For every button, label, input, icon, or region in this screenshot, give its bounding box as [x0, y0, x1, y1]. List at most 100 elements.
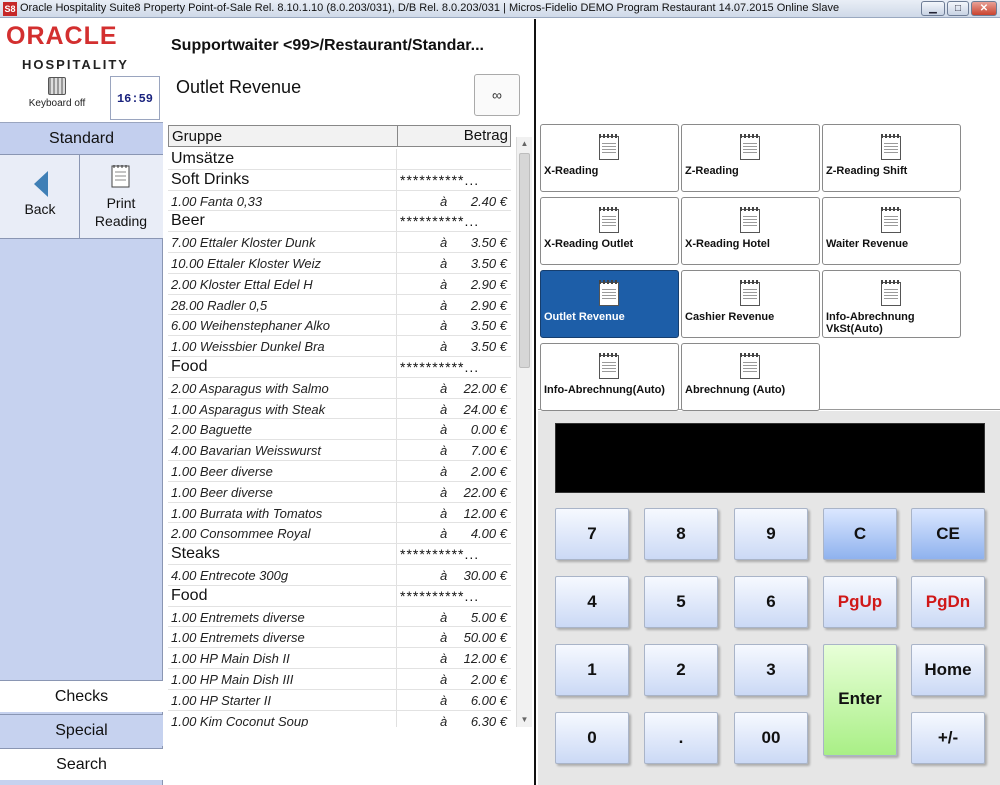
group-row[interactable]: Umsätze [168, 149, 511, 170]
item-at: à [440, 297, 448, 313]
special-button[interactable]: Special [0, 714, 163, 746]
outlet-revenue-button[interactable]: Outlet Revenue [540, 270, 679, 338]
table-row[interactable]: 6.00 Weihenstephaner Alko à 3.50 € [168, 315, 511, 337]
key-7[interactable]: 7 [555, 508, 629, 560]
table-row[interactable]: 10.00 Ettaler Kloster Weiz à 3.50 € [168, 253, 511, 274]
maximize-button[interactable]: □ [947, 1, 969, 16]
group-name: Soft Drinks [171, 170, 250, 188]
notebook-icon [740, 353, 760, 379]
back-button[interactable]: Back [0, 155, 80, 239]
table-row[interactable]: 7.00 Ettaler Kloster Dunk à 3.50 € [168, 232, 511, 253]
window-titlebar: S8 Oracle Hospitality Suite8 Property Po… [0, 0, 1000, 18]
item-name: 7.00 Ettaler Kloster Dunk [171, 235, 316, 251]
table-row[interactable]: 1.00 HP Main Dish III à 2.00 € [168, 669, 511, 690]
item-name: 1.00 Kim Coconut Soup [171, 713, 309, 727]
group-row[interactable]: Food **********... [168, 586, 511, 607]
key-dot[interactable]: . [644, 712, 718, 764]
notebook-icon [740, 207, 760, 233]
group-row[interactable]: Food **********... [168, 357, 511, 378]
scroll-thumb[interactable] [519, 153, 530, 368]
item-name: 10.00 Ettaler Kloster Weiz [171, 255, 322, 271]
cashier-revenue-button[interactable]: Cashier Revenue [681, 270, 820, 338]
table-row[interactable]: 4.00 Bavarian Weisswurst à 7.00 € [168, 440, 511, 461]
item-at: à [440, 463, 448, 479]
keyboard-toggle[interactable]: Keyboard off [22, 77, 92, 119]
notebook-icon [599, 353, 619, 379]
function-label: X-Reading [544, 165, 599, 177]
group-name: Beer [171, 212, 205, 230]
item-price: 2.90 € [470, 276, 507, 292]
key-00[interactable]: 00 [734, 712, 808, 764]
report-rows[interactable]: Umsätze Soft Drinks **********... 1.00 Fant… [168, 149, 511, 727]
item-name: 1.00 HP Starter II [171, 692, 271, 708]
table-row[interactable]: 1.00 Beer diverse à 2.00 € [168, 461, 511, 482]
info-abrechnung-vkst-button[interactable]: Info-Abrechnung VkSt(Auto) [822, 270, 961, 338]
print-reading-button[interactable]: Print Reading [81, 155, 161, 239]
item-price: 6.00 € [470, 692, 507, 708]
table-row[interactable]: 1.00 Asparagus with Steak à 24.00 € [168, 399, 511, 420]
item-price: 30.00 € [463, 567, 507, 583]
key-page-down[interactable]: PgDn [911, 576, 985, 628]
table-row[interactable]: 2.00 Asparagus with Salmo à 22.00 € [168, 378, 511, 399]
table-row[interactable]: 1.00 Entremets diverse à 5.00 € [168, 607, 511, 628]
group-row[interactable]: Beer **********... [168, 211, 511, 233]
table-row[interactable]: 2.00 Consommee Royal à 4.00 € [168, 523, 511, 545]
scroll-down-icon[interactable]: ▼ [517, 713, 532, 727]
key-clear[interactable]: C [823, 508, 897, 560]
table-row[interactable]: 2.00 Kloster Ettal Edel H à 2.90 € [168, 274, 511, 295]
key-9[interactable]: 9 [734, 508, 808, 560]
oracle-logo: ORACLE [6, 22, 118, 50]
table-row[interactable]: 4.00 Entrecote 300g à 30.00 € [168, 565, 511, 586]
item-at: à [440, 380, 448, 396]
table-row[interactable]: 1.00 Weissbier Dunkel Bra à 3.50 € [168, 336, 511, 357]
table-row[interactable]: 1.00 Fanta 0,33 à 2.40 € [168, 191, 511, 212]
key-page-up[interactable]: PgUp [823, 576, 897, 628]
notebook-icon [740, 134, 760, 160]
x-reading-button[interactable]: X-Reading [540, 124, 679, 192]
table-row[interactable]: 1.00 Kim Coconut Soup à 6.30 € [168, 711, 511, 727]
keyboard-label: Keyboard off [28, 98, 86, 109]
table-row[interactable]: 1.00 HP Starter II à 6.00 € [168, 690, 511, 711]
key-clear-entry[interactable]: CE [911, 508, 985, 560]
key-home[interactable]: Home [911, 644, 985, 696]
table-row[interactable]: 28.00 Radler 0,5 à 2.90 € [168, 295, 511, 316]
key-4[interactable]: 4 [555, 576, 629, 628]
group-name: Umsätze [171, 150, 235, 167]
key-8[interactable]: 8 [644, 508, 718, 560]
key-plus-minus[interactable]: +/- [911, 712, 985, 764]
notebook-icon [881, 280, 901, 306]
item-at: à [440, 235, 448, 251]
key-2[interactable]: 2 [644, 644, 718, 696]
minimize-button[interactable]: ▁ [921, 1, 945, 16]
x-reading-outlet-button[interactable]: X-Reading Outlet [540, 197, 679, 265]
group-row[interactable]: Soft Drinks **********... [168, 170, 511, 191]
waiter-revenue-button[interactable]: Waiter Revenue [822, 197, 961, 265]
info-abrechnung-auto-button[interactable]: Info-Abrechnung(Auto) [540, 343, 679, 411]
z-reading-button[interactable]: Z-Reading [681, 124, 820, 192]
function-label: Abrechnung (Auto) [685, 384, 786, 396]
vertical-scrollbar[interactable]: ▲ ▼ [516, 137, 532, 727]
search-button[interactable]: Search [0, 748, 163, 780]
key-enter[interactable]: Enter [823, 644, 897, 756]
key-3[interactable]: 3 [734, 644, 808, 696]
item-price: 22.00 € [463, 484, 507, 500]
checks-button[interactable]: Checks [0, 680, 163, 712]
table-row[interactable]: 1.00 Entremets diverse à 50.00 € [168, 627, 511, 649]
group-row[interactable]: Steaks **********... [168, 544, 511, 565]
table-row[interactable]: 2.00 Baguette à 0.00 € [168, 419, 511, 441]
table-row[interactable]: 1.00 Burrata with Tomatos à 12.00 € [168, 503, 511, 524]
abrechnung-auto-button[interactable]: Abrechnung (Auto) [681, 343, 820, 411]
key-0[interactable]: 0 [555, 712, 629, 764]
scroll-up-icon[interactable]: ▲ [517, 137, 532, 151]
glasses-icon[interactable]: ∞ [474, 74, 520, 116]
close-window-button[interactable]: ✕ [971, 1, 997, 16]
key-5[interactable]: 5 [644, 576, 718, 628]
key-1[interactable]: 1 [555, 644, 629, 696]
key-6[interactable]: 6 [734, 576, 808, 628]
table-row[interactable]: 1.00 HP Main Dish II à 12.00 € [168, 648, 511, 669]
table-row[interactable]: 1.00 Beer diverse à 22.00 € [168, 482, 511, 503]
x-reading-hotel-button[interactable]: X-Reading Hotel [681, 197, 820, 265]
z-reading-shift-button[interactable]: Z-Reading Shift [822, 124, 961, 192]
tab-standard[interactable]: Standard [0, 123, 163, 155]
notebook-icon [740, 280, 760, 306]
